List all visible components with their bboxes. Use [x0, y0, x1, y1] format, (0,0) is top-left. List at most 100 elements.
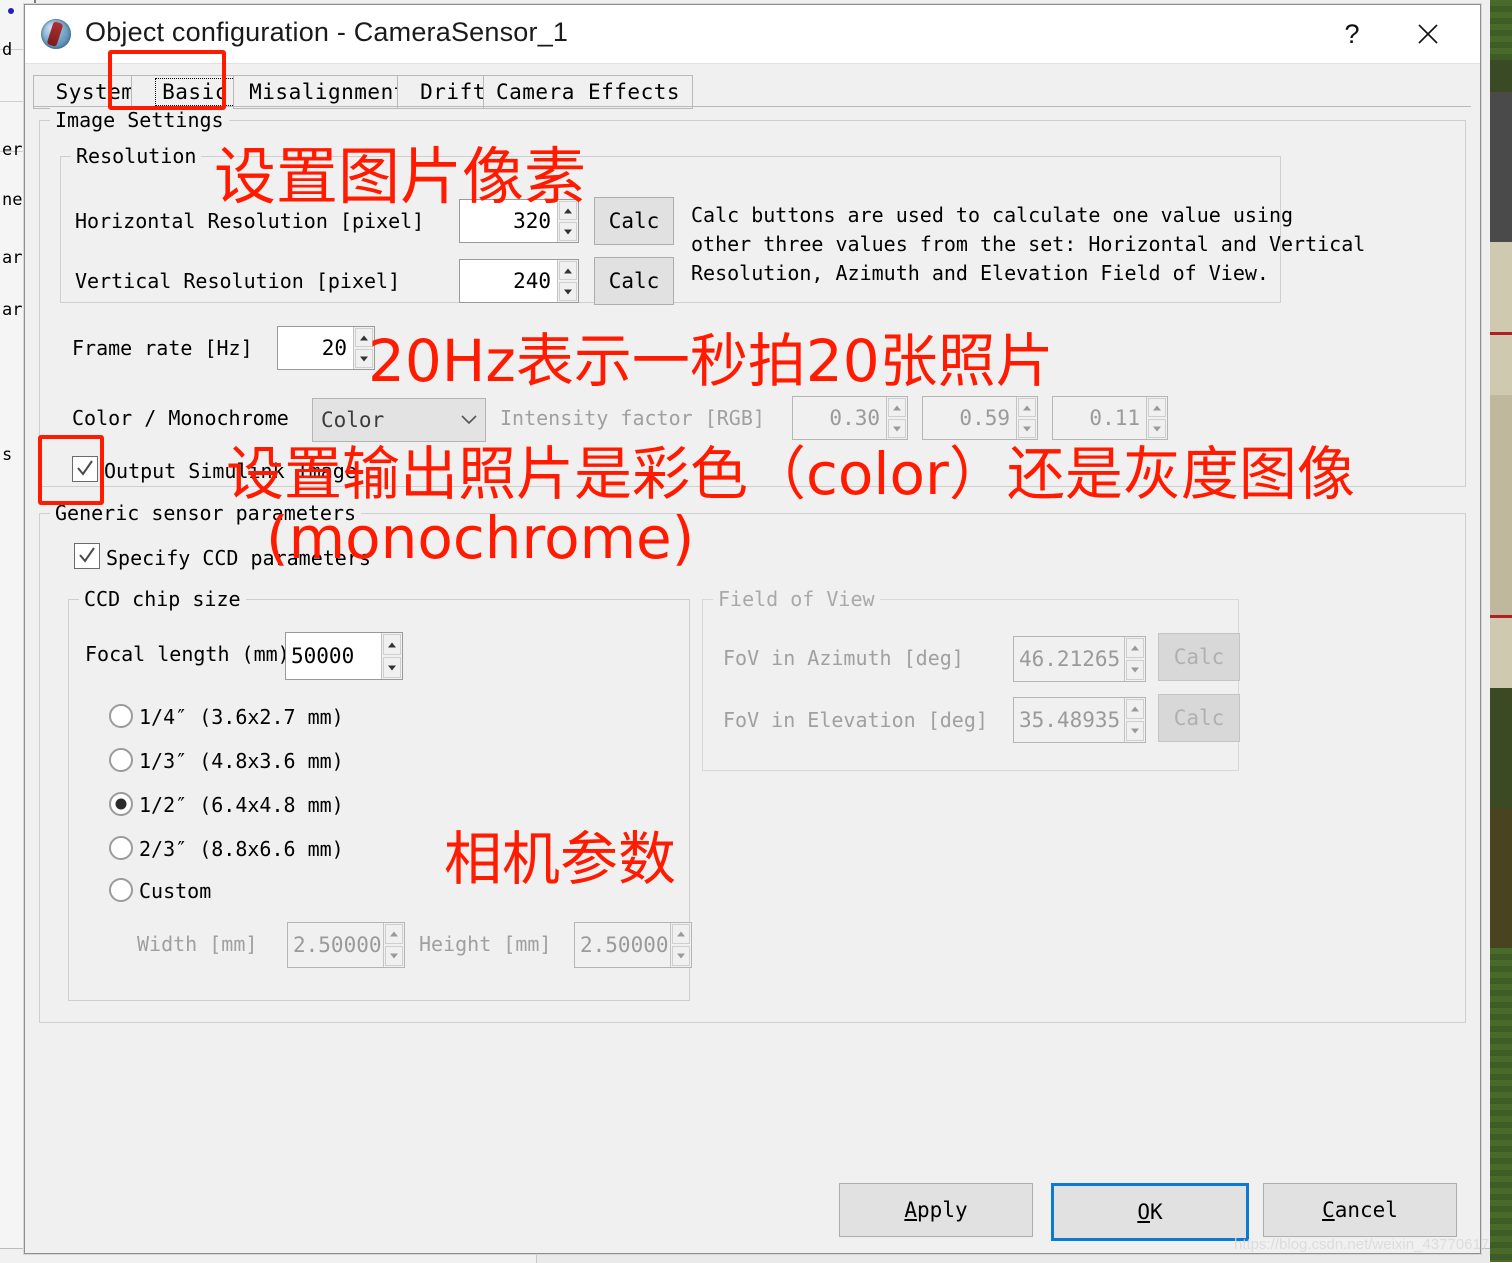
frame-rate-input[interactable]: 20: [277, 326, 375, 370]
vertical-resolution-spinner[interactable]: [557, 260, 578, 302]
horizontal-resolution-value: 320: [513, 209, 551, 233]
horizontal-calc-button[interactable]: Calc: [594, 197, 674, 245]
intensity-r-value: 0.30: [829, 406, 880, 430]
tab-label: Camera Effects: [496, 80, 681, 104]
background-window-icon: [8, 8, 14, 14]
chip-size-radio-custom[interactable]: [109, 878, 133, 902]
chevron-down-icon[interactable]: [453, 415, 485, 425]
spinner-down-icon[interactable]: [559, 222, 577, 241]
specify-ccd-parameters-label: Specify CCD parameters: [106, 546, 371, 570]
intensity-b-value: 0.11: [1089, 406, 1140, 430]
background-window-text: ar: [2, 248, 23, 268]
horizontal-resolution-input[interactable]: 320: [459, 199, 579, 243]
group-generic-sensor-parameters: Generic sensor parameters Specify CCD pa…: [39, 501, 1466, 1023]
group-label: Image Settings: [50, 108, 229, 132]
spinner-down-icon[interactable]: [1126, 721, 1144, 741]
spinner-up-icon[interactable]: [1126, 699, 1144, 719]
group-label: Field of View: [713, 587, 880, 611]
intensity-g-spinner[interactable]: [1016, 397, 1037, 439]
simulation-3d-scene: [1490, 0, 1512, 1262]
intensity-g-input[interactable]: 0.59: [922, 396, 1038, 440]
intensity-r-input[interactable]: 0.30: [792, 396, 908, 440]
spinner-down-icon[interactable]: [1148, 419, 1166, 438]
spinner-up-icon[interactable]: [559, 261, 577, 280]
help-button[interactable]: ?: [1320, 5, 1384, 63]
cancel-label-rest: ancel: [1334, 1198, 1398, 1222]
cancel-button[interactable]: Cancel: [1263, 1183, 1457, 1237]
close-icon[interactable]: [1396, 5, 1460, 63]
spinner-up-icon[interactable]: [672, 924, 690, 944]
chip-size-label-third: 1/3″ (4.8x3.6 mm): [139, 749, 344, 773]
group-label: Generic sensor parameters: [50, 501, 362, 525]
horizontal-resolution-spinner[interactable]: [557, 200, 578, 242]
tab-label: Basic: [155, 78, 235, 106]
spinner-up-icon[interactable]: [385, 924, 403, 944]
intensity-r-spinner[interactable]: [886, 397, 907, 439]
focal-length-input[interactable]: 50000: [285, 632, 403, 680]
fov-azimuth-calc-button[interactable]: Calc: [1158, 633, 1240, 681]
chip-size-radio-quarter[interactable]: [109, 704, 133, 728]
chip-height-label: Height [mm]: [419, 932, 552, 956]
group-ccd-chip-size: CCD chip size Focal length (mm) 50000 1/…: [68, 587, 692, 1001]
intensity-b-input[interactable]: 0.11: [1052, 396, 1168, 440]
focal-length-label: Focal length (mm): [85, 642, 290, 666]
dialog-title: Object configuration - CameraSensor_1: [85, 17, 569, 47]
chip-width-spinner[interactable]: [383, 923, 404, 967]
spinner-down-icon[interactable]: [355, 349, 373, 368]
tab-label: System: [55, 80, 135, 104]
chip-size-radio-third[interactable]: [109, 748, 133, 772]
group-label: Resolution: [71, 144, 202, 168]
focal-length-value: 50000: [291, 644, 355, 668]
specify-ccd-parameters-checkbox[interactable]: [74, 543, 100, 569]
background-window-text: ar: [2, 300, 23, 320]
fov-elevation-spinner[interactable]: [1124, 698, 1145, 742]
calc-help-line-1: Calc buttons are used to calculate one v…: [691, 203, 1294, 227]
spinner-down-icon[interactable]: [888, 419, 906, 438]
vertical-resolution-label: Vertical Resolution [pixel]: [75, 269, 401, 293]
vertical-resolution-value: 240: [513, 269, 551, 293]
chip-height-spinner[interactable]: [670, 923, 691, 967]
tab-camera-effects[interactable]: Camera Effects: [483, 75, 693, 109]
spinner-up-icon[interactable]: [355, 328, 373, 347]
fov-azimuth-spinner[interactable]: [1124, 637, 1145, 681]
color-mode-select[interactable]: Color: [312, 398, 486, 442]
frame-rate-spinner[interactable]: [353, 327, 374, 369]
chip-width-input[interactable]: 2.50000: [287, 922, 405, 968]
spinner-down-icon[interactable]: [672, 946, 690, 966]
fov-elevation-calc-button[interactable]: Calc: [1158, 694, 1240, 742]
spinner-down-icon[interactable]: [385, 946, 403, 966]
vertical-resolution-input[interactable]: 240: [459, 259, 579, 303]
spinner-down-icon[interactable]: [559, 282, 577, 301]
intensity-factor-label: Intensity factor [RGB]: [500, 406, 765, 430]
spinner-up-icon[interactable]: [1018, 398, 1036, 417]
apply-button[interactable]: Apply: [839, 1183, 1033, 1237]
fov-azimuth-input[interactable]: 46.21265: [1013, 636, 1146, 682]
fov-elevation-input[interactable]: 35.48935: [1013, 697, 1146, 743]
tab-misalignment[interactable]: Misalignment: [233, 75, 423, 109]
camera-sensor-icon: [41, 19, 71, 49]
ok-button[interactable]: OK: [1051, 1183, 1249, 1241]
horizontal-resolution-label: Horizontal Resolution [pixel]: [75, 209, 425, 233]
chip-size-radio-half[interactable]: [109, 792, 133, 816]
fov-elevation-value: 35.48935: [1019, 708, 1121, 732]
spinner-up-icon[interactable]: [559, 201, 577, 220]
dialog-title-bar[interactable]: Object configuration - CameraSensor_1 ?: [25, 5, 1480, 64]
check-icon: [79, 547, 95, 563]
spinner-up-icon[interactable]: [888, 398, 906, 417]
background-window-text: d: [2, 40, 13, 60]
chip-height-input[interactable]: 2.50000: [574, 922, 692, 968]
spinner-up-icon[interactable]: [1126, 638, 1144, 658]
spinner-up-icon[interactable]: [1148, 398, 1166, 417]
fov-azimuth-value: 46.21265: [1019, 647, 1121, 671]
cancel-mnemonic: C: [1322, 1198, 1335, 1222]
chip-size-radio-two-thirds[interactable]: [109, 836, 133, 860]
intensity-b-spinner[interactable]: [1146, 397, 1167, 439]
spinner-down-icon[interactable]: [1126, 660, 1144, 680]
output-simulink-image-checkbox[interactable]: [72, 456, 98, 482]
vertical-calc-button[interactable]: Calc: [594, 257, 674, 305]
focal-length-spinner[interactable]: [381, 633, 402, 679]
spinner-down-icon[interactable]: [383, 657, 401, 678]
color-mode-value: Color: [321, 408, 385, 432]
spinner-up-icon[interactable]: [383, 634, 401, 655]
spinner-down-icon[interactable]: [1018, 419, 1036, 438]
